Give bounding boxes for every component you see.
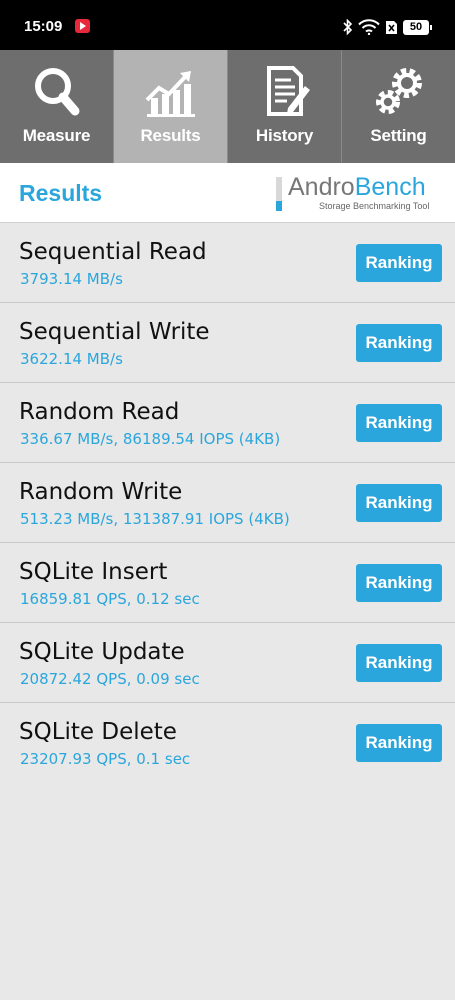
tab-results[interactable]: Results	[114, 50, 228, 163]
ranking-button[interactable]: Ranking	[356, 484, 442, 522]
page-title: Results	[19, 180, 103, 206]
result-value: 16859.81 QPS, 0.12 sec	[20, 590, 200, 608]
ranking-button[interactable]: Ranking	[356, 564, 442, 602]
gears-icon	[375, 68, 422, 114]
tab-setting-label: Setting	[370, 126, 427, 145]
result-name: Random Read	[19, 399, 180, 425]
bar-chart-icon	[145, 71, 195, 117]
result-name: SQLite Update	[19, 639, 185, 665]
result-name: SQLite Delete	[19, 719, 177, 745]
battery-icon: 50	[403, 19, 432, 35]
magnifier-icon	[34, 68, 79, 116]
result-name: Sequential Write	[19, 319, 210, 345]
bluetooth-icon	[343, 19, 353, 35]
result-row-random-write: Random Write 513.23 MB/s, 131387.91 IOPS…	[0, 463, 455, 543]
result-row-sqlite-insert: SQLite Insert 16859.81 QPS, 0.12 sec Ran…	[0, 543, 455, 623]
no-sim-icon	[386, 20, 397, 34]
ranking-button[interactable]: Ranking	[356, 644, 442, 682]
logo-name: AndroBench	[288, 173, 426, 202]
result-value: 336.67 MB/s, 86189.54 IOPS (4KB)	[20, 430, 281, 448]
results-list: Sequential Read 3793.14 MB/s Ranking Seq…	[0, 223, 455, 783]
document-pencil-icon	[266, 66, 310, 116]
tab-setting[interactable]: Setting	[342, 50, 455, 163]
result-value: 513.23 MB/s, 131387.91 IOPS (4KB)	[20, 510, 290, 528]
result-row-sqlite-delete: SQLite Delete 23207.93 QPS, 0.1 sec Rank…	[0, 703, 455, 783]
result-name: Sequential Read	[19, 239, 207, 265]
ranking-button[interactable]: Ranking	[356, 404, 442, 442]
logo-name-andro: Andro	[288, 173, 355, 201]
tab-measure-label: Measure	[22, 126, 91, 145]
result-row-sequential-write: Sequential Write 3622.14 MB/s Ranking	[0, 303, 455, 383]
tab-history-label: History	[255, 126, 314, 145]
result-value: 20872.42 QPS, 0.09 sec	[20, 670, 200, 688]
result-name: Random Write	[19, 479, 183, 505]
result-value: 3793.14 MB/s	[20, 270, 123, 288]
tab-history[interactable]: History	[228, 50, 342, 163]
tab-results-label: Results	[140, 126, 201, 145]
status-bar: 15:09 50	[0, 0, 455, 50]
tab-measure[interactable]: Measure	[0, 50, 114, 163]
ranking-button[interactable]: Ranking	[356, 724, 442, 762]
result-row-sqlite-update: SQLite Update 20872.42 QPS, 0.09 sec Ran…	[0, 623, 455, 703]
results-header: Results AndroBench Storage Benchmarking …	[0, 163, 455, 223]
logo-bar-icon	[276, 177, 282, 211]
ranking-button[interactable]: Ranking	[356, 324, 442, 362]
logo-tagline: Storage Benchmarking Tool	[319, 201, 430, 211]
result-value: 23207.93 QPS, 0.1 sec	[20, 750, 191, 768]
result-name: SQLite Insert	[19, 559, 168, 585]
status-time: 15:09	[24, 18, 63, 35]
ranking-button[interactable]: Ranking	[356, 244, 442, 282]
wifi-icon	[358, 19, 380, 35]
youtube-notification-icon	[75, 19, 90, 33]
result-value: 3622.14 MB/s	[20, 350, 123, 368]
logo-name-bench: Bench	[354, 173, 426, 201]
androbench-logo: AndroBench Storage Benchmarking Tool	[276, 173, 441, 213]
tab-bar: Measure Results History Setting	[0, 50, 455, 163]
status-icons: 50	[343, 16, 432, 38]
result-row-random-read: Random Read 336.67 MB/s, 86189.54 IOPS (…	[0, 383, 455, 463]
result-row-sequential-read: Sequential Read 3793.14 MB/s Ranking	[0, 223, 455, 303]
